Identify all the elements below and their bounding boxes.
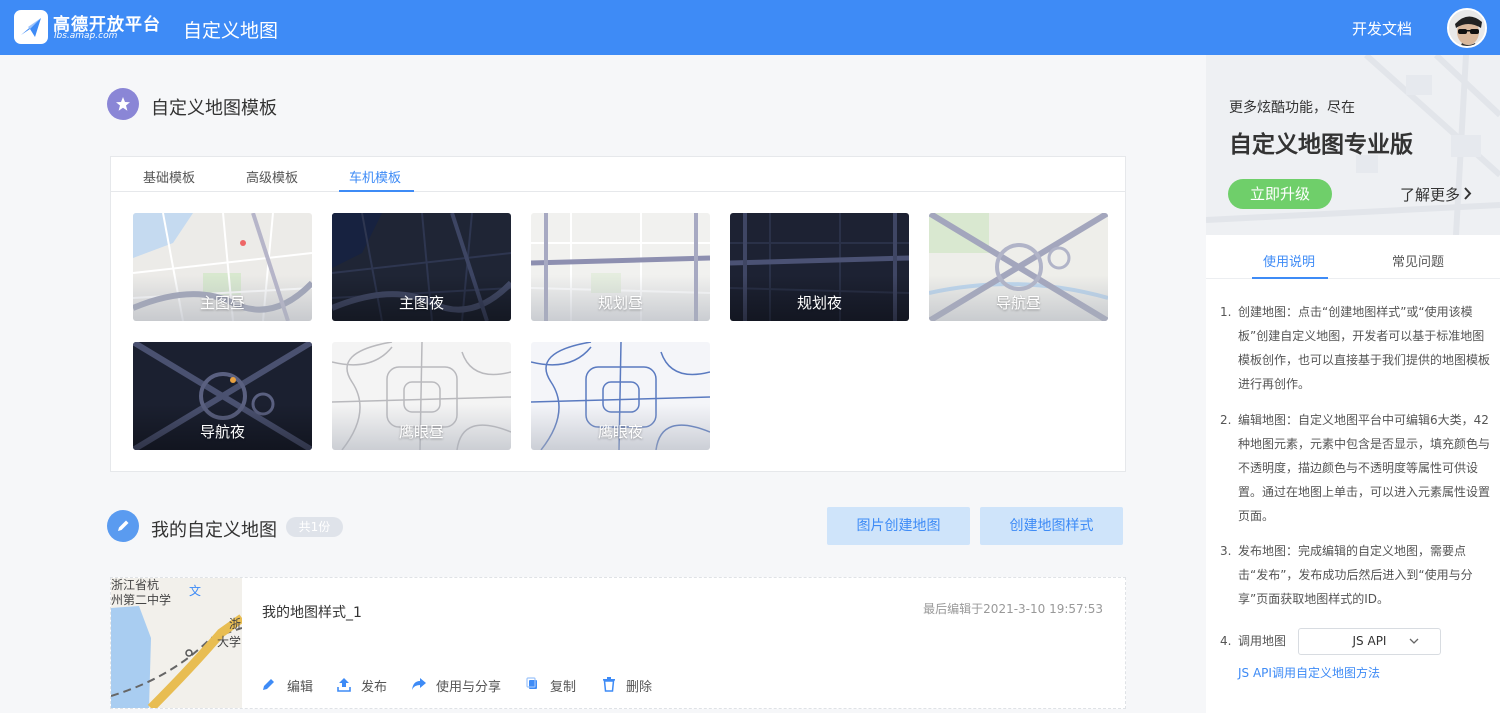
- instruction-number: 2.: [1220, 413, 1232, 427]
- pro-promo-banner: 更多炫酷功能，尽在 自定义地图专业版 立即升级 了解更多: [1206, 55, 1500, 235]
- template-card-eagle-night[interactable]: 鹰眼夜: [531, 342, 710, 450]
- last-edited-time: 最后编辑于2021-3-10 19:57:53: [923, 602, 1103, 616]
- instruction-item: 2. 编辑地图：自定义地图平台中可编辑6大类，42种地图元素，元素中包含是否显示…: [1220, 408, 1492, 528]
- template-card-main-night[interactable]: 主图夜: [332, 213, 511, 321]
- tab-faq[interactable]: 常见问题: [1392, 251, 1444, 270]
- share-icon: [412, 678, 426, 690]
- sidebar-active-underline: [1252, 277, 1328, 279]
- tab-car[interactable]: 车机模板: [349, 167, 401, 186]
- thumb-text-1: 浙江省杭: [111, 578, 159, 592]
- instruction-number: 3.: [1220, 544, 1232, 558]
- brand-domain: lbs.amap.com: [54, 31, 118, 41]
- delete-label: 删除: [626, 680, 653, 695]
- chevron-down-icon: [1409, 638, 1419, 644]
- learn-more-label: 了解更多: [1400, 186, 1461, 204]
- trash-icon: [603, 677, 615, 692]
- amap-logo-icon[interactable]: [14, 10, 48, 44]
- my-maps-title: 我的自定义地图: [151, 520, 277, 541]
- template-tabs: 基础模板 高级模板 车机模板: [111, 157, 1125, 192]
- active-tab-underline: [339, 190, 414, 192]
- upgrade-now-button[interactable]: 立即升级: [1228, 179, 1332, 209]
- map-list-item: 浙江省杭 州第二中学 文 浙 大学 我的地图样式_1 最后编辑于2021-3-1…: [110, 577, 1126, 709]
- template-card-label: 主图夜: [398, 294, 444, 312]
- learn-more-link[interactable]: 了解更多: [1400, 184, 1472, 205]
- image-create-map-button[interactable]: 图片创建地图: [827, 507, 970, 545]
- create-map-style-button[interactable]: 创建地图样式: [980, 507, 1123, 545]
- map-thumbnail[interactable]: 浙江省杭 州第二中学 文 浙 大学: [111, 578, 242, 708]
- use-share-label: 使用与分享: [436, 680, 502, 695]
- api-type-select[interactable]: JS API: [1298, 628, 1441, 655]
- template-card-label: 鹰眼昼: [398, 423, 444, 441]
- js-api-guide-link[interactable]: JS API调用自定义地图方法: [1238, 664, 1380, 681]
- thumb-text-4: 大学: [217, 634, 241, 649]
- tab-advanced[interactable]: 高级模板: [246, 167, 298, 186]
- promo-title: 自定义地图专业版: [1229, 132, 1413, 158]
- pencil-icon: [107, 510, 139, 542]
- chevron-right-icon: [1464, 187, 1472, 200]
- map-count-badge: 共1份: [286, 517, 343, 537]
- template-card-main-day[interactable]: 主图昼: [133, 213, 312, 321]
- template-card-label: 主图昼: [199, 294, 245, 312]
- edit-label: 编辑: [287, 680, 314, 695]
- template-card-label: 规划夜: [796, 294, 842, 312]
- template-card-eagle-day[interactable]: 鹰眼昼: [332, 342, 511, 450]
- promo-subtitle: 更多炫酷功能，尽在: [1229, 100, 1355, 116]
- instruction-item: 1. 创建地图：点击“创建地图样式”或“使用该模板”创建自定义地图，开发者可以基…: [1220, 300, 1492, 396]
- app-title[interactable]: 自定义地图: [183, 16, 278, 43]
- top-bar: 高德开放平台 lbs.amap.com 自定义地图 开发文档: [0, 0, 1500, 55]
- instruction-text: 创建地图：点击“创建地图样式”或“使用该模板”创建自定义地图，开发者可以基于标准…: [1238, 305, 1491, 391]
- template-card-nav-night[interactable]: 导航夜: [133, 342, 312, 450]
- template-card-label: 鹰眼夜: [597, 423, 643, 441]
- template-card-plan-night[interactable]: 规划夜: [730, 213, 909, 321]
- instruction-number: 1.: [1220, 305, 1232, 319]
- template-section-title: 自定义地图模板: [151, 98, 277, 119]
- copy-label: 复制: [550, 680, 577, 695]
- instruction-text: 编辑地图：自定义地图平台中可编辑6大类，42种地图元素，元素中包含是否显示，填充…: [1238, 413, 1491, 523]
- tab-basic[interactable]: 基础模板: [143, 167, 195, 186]
- thumb-text-2: 州第二中学: [111, 592, 171, 607]
- copy-icon: [526, 677, 537, 689]
- right-sidebar: 更多炫酷功能，尽在 自定义地图专业版 立即升级 了解更多 使用说明 常见问题 1…: [1206, 55, 1500, 713]
- template-card-nav-day[interactable]: 导航昼: [929, 213, 1108, 321]
- user-avatar[interactable]: [1447, 8, 1487, 48]
- thumb-text-3: 浙: [229, 617, 241, 631]
- instruction-item: 3. 发布地图：完成编辑的自定义地图，需要点击“发布”，发布成功后然后进入到“使…: [1220, 539, 1492, 611]
- template-panel: 基础模板 高级模板 车机模板 主图昼 主图夜 规划昼 规划夜 导航昼 导航夜 鹰…: [110, 156, 1126, 472]
- thumb-poi-icon: 文: [189, 583, 201, 598]
- template-card-label: 导航昼: [995, 294, 1041, 312]
- star-icon: [107, 88, 139, 120]
- dev-docs-link[interactable]: 开发文档: [1352, 18, 1412, 39]
- tab-usage-guide[interactable]: 使用说明: [1263, 251, 1315, 270]
- publish-label: 发布: [361, 680, 388, 695]
- api-type-value: JS API: [1352, 634, 1387, 648]
- upload-icon: [337, 678, 351, 692]
- template-card-label: 规划昼: [597, 294, 643, 312]
- template-card-plan-day[interactable]: 规划昼: [531, 213, 710, 321]
- sidebar-tabs: 使用说明 常见问题: [1206, 237, 1500, 279]
- instruction-number: 4.: [1220, 634, 1232, 648]
- template-card-label: 导航夜: [199, 423, 245, 441]
- edit-icon: [263, 679, 274, 690]
- instruction-text: 发布地图：完成编辑的自定义地图，需要点击“发布”，发布成功后然后进入到“使用与分…: [1238, 544, 1473, 606]
- map-name[interactable]: 我的地图样式_1: [262, 602, 362, 622]
